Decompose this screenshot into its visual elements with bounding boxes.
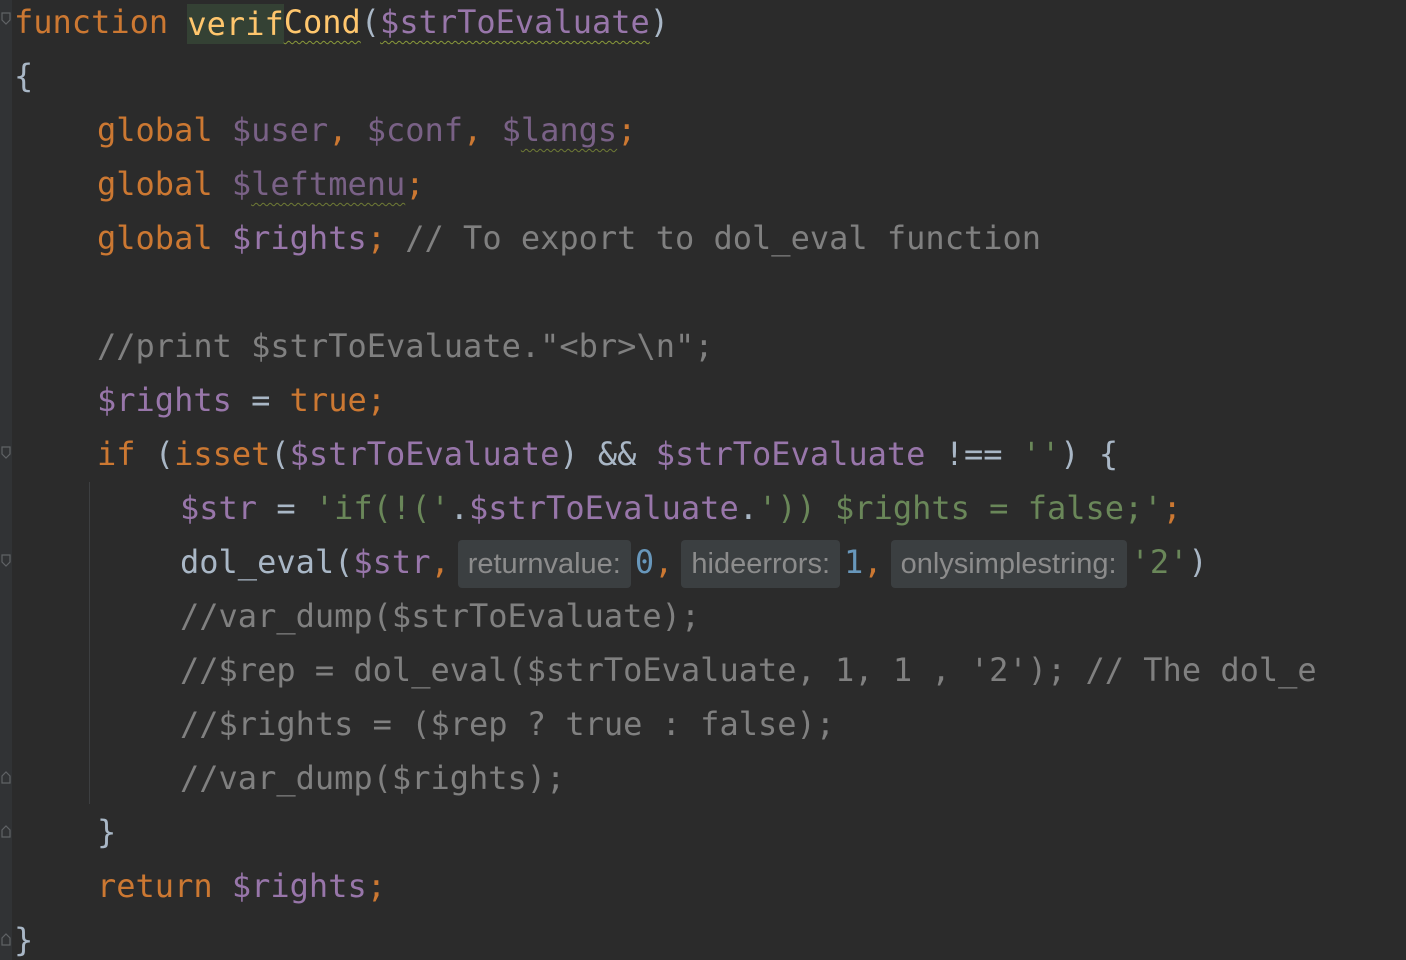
variable: $strToEvaluate — [655, 435, 926, 473]
keyword: true — [289, 381, 367, 419]
operator: !== — [925, 435, 1022, 473]
comment: //print $strToEvaluate."<br>\n"; — [97, 327, 714, 365]
code-line-17[interactable]: return $rights; — [97, 859, 386, 913]
comment: //$rights = ($rep ? true : false); — [180, 705, 836, 743]
variable-warning: langs — [520, 111, 618, 149]
parameter-hint: hideerrors: — [681, 540, 841, 588]
declaration-highlight: verif — [187, 4, 284, 44]
code-line-7[interactable]: //print $strToEvaluate."<br>\n"; — [97, 319, 714, 373]
separator: , — [328, 111, 367, 149]
parameter: $strToEvaluate — [380, 3, 650, 41]
code-line-4[interactable]: global $leftmenu; — [97, 157, 425, 211]
keyword: if — [97, 435, 136, 473]
separator: , — [463, 111, 502, 149]
indent-guide — [89, 482, 90, 804]
paren: ) — [649, 3, 670, 41]
number: 0 — [634, 543, 655, 581]
fold-close-icon[interactable] — [1, 824, 11, 838]
code-line-10[interactable]: $str = 'if(!('.$strToEvaluate.')) $right… — [180, 481, 1182, 535]
comment: // To export to dol_eval function — [405, 219, 1042, 257]
code-line-16[interactable]: } — [97, 805, 116, 859]
brace: { — [14, 57, 34, 95]
function-name: verifCond — [187, 3, 361, 44]
code-line-2[interactable]: { — [14, 49, 33, 103]
code-line-5[interactable]: global $rights; // To export to dol_eval… — [97, 211, 1041, 265]
variable: $strToEvaluate — [468, 489, 739, 527]
comment: //var_dump($rights); — [180, 759, 566, 797]
comment: //$rep = dol_eval($strToEvaluate, 1, 1 ,… — [180, 651, 1317, 689]
fold-open-icon[interactable] — [1, 554, 11, 568]
variable-sigil: $ — [231, 165, 252, 203]
semicolon: ; — [405, 165, 425, 203]
keyword: global — [97, 219, 213, 257]
function-name-rest: Cond — [283, 3, 361, 41]
operator: = — [257, 489, 315, 527]
keyword: global — [97, 165, 213, 203]
brace: } — [97, 813, 117, 851]
variable-sigil: $ — [501, 111, 521, 149]
code-line-12[interactable]: //var_dump($strToEvaluate); — [180, 589, 700, 643]
code-line-8[interactable]: $rights = true; — [97, 373, 386, 427]
operator: . — [738, 489, 758, 527]
fold-open-icon[interactable] — [1, 446, 11, 460]
variable: $conf — [366, 111, 464, 149]
variable: $rights — [231, 867, 367, 905]
string: ')) $rights = false;' — [757, 489, 1163, 527]
function-call: dol_eval — [180, 543, 335, 581]
code-line-13[interactable]: //$rep = dol_eval($strToEvaluate, 1, 1 ,… — [180, 643, 1317, 697]
code-line-14[interactable]: //$rights = ($rep ? true : false); — [180, 697, 835, 751]
comma: , — [430, 543, 450, 581]
code-editor[interactable]: function verifCond($strToEvaluate) { glo… — [0, 0, 1406, 960]
number: 1 — [844, 543, 864, 581]
parameter-hint: onlysimplestring: — [890, 540, 1127, 588]
parameter-hint: returnvalue: — [457, 540, 631, 588]
operator: = — [231, 381, 290, 419]
code-line-11[interactable]: dol_eval($str, returnvalue: 0, hideerrors: 1… — [180, 535, 1208, 589]
editor-gutter — [0, 0, 12, 960]
paren: ( — [360, 3, 381, 41]
semicolon: ; — [366, 219, 386, 257]
fold-close-icon[interactable] — [1, 770, 11, 784]
semicolon: ; — [617, 111, 637, 149]
comma: , — [863, 543, 883, 581]
semicolon: ; — [1162, 489, 1182, 527]
semicolon: ; — [366, 867, 386, 905]
string: '2' — [1130, 543, 1189, 581]
paren: ( — [334, 543, 354, 581]
paren: ( — [270, 435, 290, 473]
code-line-3[interactable]: global $user, $conf, $langs; — [97, 103, 636, 157]
variable: $strToEvaluate — [289, 435, 560, 473]
comma: , — [654, 543, 674, 581]
keyword: function — [14, 3, 169, 41]
variable: $str — [180, 489, 258, 527]
variable: $user — [231, 111, 329, 149]
variable: $rights — [97, 381, 232, 419]
keyword: isset — [174, 435, 271, 473]
brace: } — [14, 921, 34, 959]
code-line-9[interactable]: if (isset($strToEvaluate) && $strToEvalu… — [97, 427, 1118, 481]
variable: $str — [353, 543, 431, 581]
code-line-1[interactable]: function verifCond($strToEvaluate) — [14, 0, 669, 49]
fold-close-icon[interactable] — [1, 932, 11, 946]
keyword: return — [97, 867, 213, 905]
semicolon: ; — [366, 381, 386, 419]
keyword: global — [97, 111, 213, 149]
variable: $rights — [231, 219, 367, 257]
comment: //var_dump($strToEvaluate); — [180, 597, 701, 635]
paren: ) { — [1060, 435, 1119, 473]
variable-warning: leftmenu — [251, 165, 406, 203]
paren: ( — [135, 435, 175, 473]
string: 'if(!(' — [314, 489, 450, 527]
fold-open-icon[interactable] — [1, 12, 11, 26]
string: '' — [1021, 435, 1061, 473]
paren: ) — [1188, 543, 1208, 581]
code-line-18[interactable]: } — [14, 913, 33, 960]
operator: . — [449, 489, 469, 527]
code-line-15[interactable]: //var_dump($rights); — [180, 751, 565, 805]
operator: ) && — [559, 435, 656, 473]
